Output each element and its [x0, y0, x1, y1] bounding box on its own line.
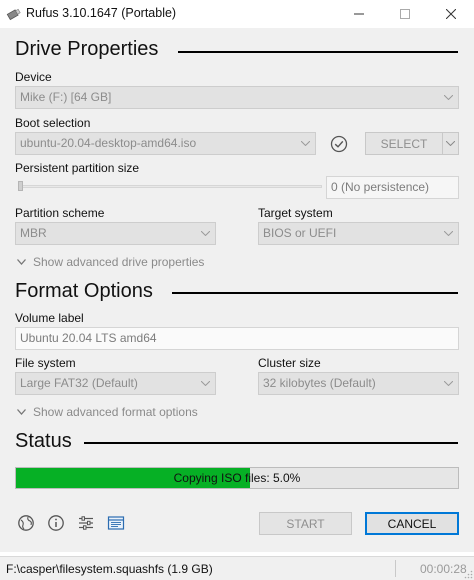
status-heading: Status	[15, 430, 72, 452]
partition-scheme-label: Partition scheme	[15, 206, 105, 220]
chevron-down-icon	[17, 409, 26, 415]
chevron-down-icon	[442, 87, 454, 108]
verify-checkmark-icon[interactable]	[330, 135, 348, 153]
show-advanced-format-toggle[interactable]: Show advanced format options	[17, 405, 198, 419]
partition-scheme-dropdown[interactable]: MBR	[15, 222, 216, 245]
log-icon[interactable]	[107, 514, 125, 532]
volume-label-input[interactable]: Ubuntu 20.04 LTS amd64	[15, 327, 459, 350]
select-button[interactable]: SELECT	[365, 132, 443, 155]
show-advanced-format-label: Show advanced format options	[33, 405, 198, 419]
cluster-size-dropdown[interactable]: 32 kilobytes (Default)	[258, 372, 459, 395]
usb-drive-icon	[6, 8, 21, 21]
info-icon[interactable]	[47, 514, 65, 532]
persistent-size-slider-thumb[interactable]	[18, 181, 23, 191]
file-system-label: File system	[15, 356, 76, 370]
device-value: Mike (F:) [64 GB]	[20, 90, 112, 104]
chevron-down-icon	[199, 223, 211, 244]
chevron-down-icon	[17, 259, 26, 265]
section-divider	[178, 51, 458, 53]
section-divider	[172, 292, 458, 294]
cluster-size-label: Cluster size	[258, 356, 321, 370]
persistent-size-field[interactable]: 0 (No persistence)	[326, 176, 459, 199]
chevron-down-icon	[299, 133, 311, 154]
persistent-partition-label: Persistent partition size	[15, 161, 140, 175]
drive-properties-heading: Drive Properties	[15, 38, 159, 60]
target-system-dropdown[interactable]: BIOS or UEFI	[258, 222, 459, 245]
show-advanced-drive-label: Show advanced drive properties	[33, 255, 205, 269]
target-system-value: BIOS or UEFI	[263, 226, 337, 240]
boot-selection-label: Boot selection	[15, 116, 91, 130]
close-icon	[446, 9, 456, 19]
cluster-size-value: 32 kilobytes (Default)	[263, 376, 376, 390]
current-file-text: F:\casper\filesystem.squashfs (1.9 GB)	[6, 562, 213, 576]
settings-icon[interactable]	[77, 514, 95, 532]
format-options-heading: Format Options	[15, 280, 153, 302]
status-bar: F:\casper\filesystem.squashfs (1.9 GB) 0…	[0, 556, 474, 580]
cancel-button[interactable]: CANCEL	[365, 512, 459, 535]
title-bar: Rufus 3.10.1647 (Portable)	[0, 0, 474, 28]
partition-scheme-value: MBR	[20, 226, 47, 240]
chevron-down-icon	[442, 223, 454, 244]
persistent-size-value: 0 (No persistence)	[331, 180, 430, 194]
chevron-down-icon	[199, 373, 211, 394]
window-title: Rufus 3.10.1647 (Portable)	[26, 6, 177, 20]
minimize-icon	[354, 13, 364, 15]
chevron-down-icon	[446, 141, 455, 146]
device-dropdown[interactable]: Mike (F:) [64 GB]	[15, 86, 459, 109]
volume-label-label: Volume label	[15, 311, 84, 325]
boot-selection-value: ubuntu-20.04-desktop-amd64.iso	[20, 136, 197, 150]
section-divider	[84, 442, 458, 444]
file-system-dropdown[interactable]: Large FAT32 (Default)	[15, 372, 216, 395]
boot-selection-dropdown[interactable]: ubuntu-20.04-desktop-amd64.iso	[15, 132, 316, 155]
persistent-size-slider-track[interactable]	[18, 185, 322, 188]
target-system-label: Target system	[258, 206, 333, 220]
maximize-icon	[400, 9, 410, 19]
status-separator	[395, 560, 396, 577]
progress-text: Copying ISO files: 5.0%	[173, 471, 301, 485]
minimize-button[interactable]	[336, 0, 382, 28]
resize-grip-icon[interactable]	[463, 569, 473, 579]
device-label: Device	[15, 70, 52, 84]
progress-bar: Copying ISO files: 5.0%	[15, 467, 459, 489]
elapsed-time: 00:00:28	[420, 562, 467, 576]
show-advanced-drive-toggle[interactable]: Show advanced drive properties	[17, 255, 204, 269]
close-button[interactable]	[428, 0, 474, 28]
maximize-button[interactable]	[382, 0, 428, 28]
start-button[interactable]: START	[259, 512, 352, 535]
chevron-down-icon	[442, 373, 454, 394]
select-dropdown-button[interactable]	[442, 132, 459, 155]
file-system-value: Large FAT32 (Default)	[20, 376, 138, 390]
volume-label-value: Ubuntu 20.04 LTS amd64	[20, 331, 157, 345]
globe-icon[interactable]	[17, 514, 35, 532]
